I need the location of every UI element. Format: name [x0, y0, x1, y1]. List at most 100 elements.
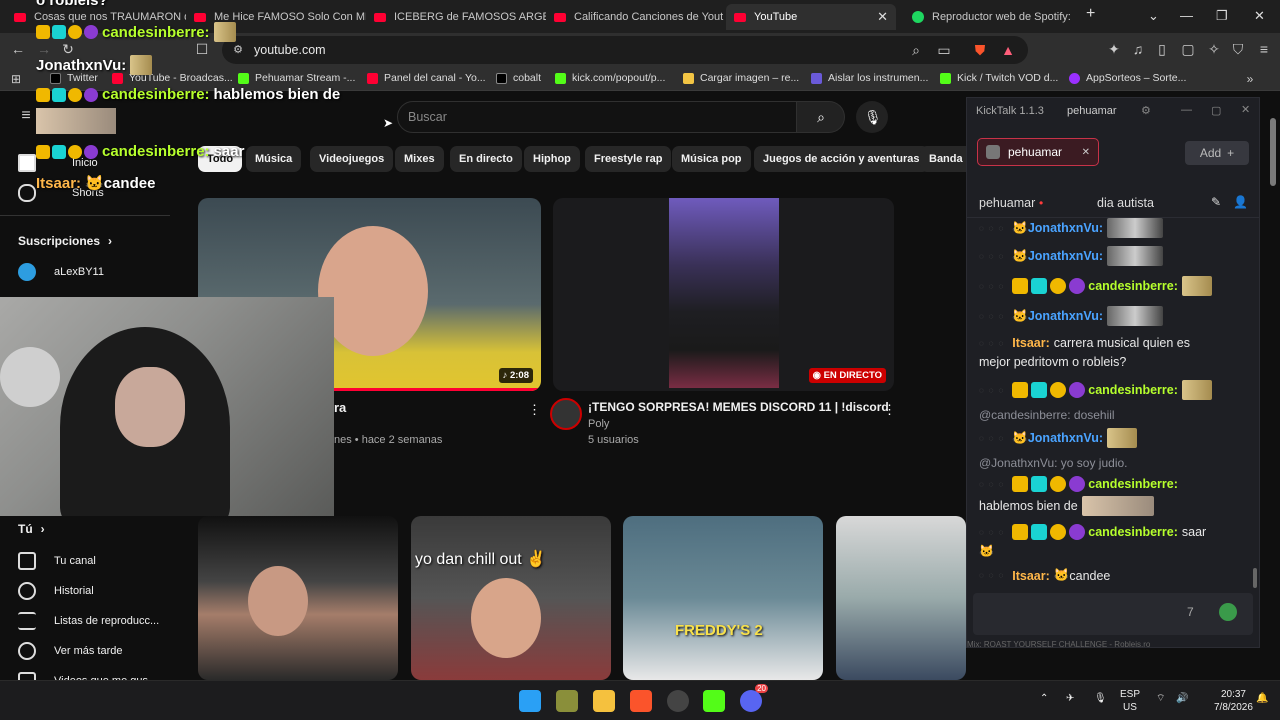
voice-search-button[interactable]: 🎙 [856, 101, 888, 133]
chat-message[interactable]: ◌◌◌ 🐱 JonathxnVu: [979, 218, 1249, 238]
chat-message[interactable]: ◌◌◌ candesinberre: [979, 276, 1249, 296]
apps-icon[interactable]: ⊞ [8, 71, 24, 87]
wallet-icon[interactable]: ▢ [1180, 41, 1196, 57]
extensions-icon[interactable]: ✦ [1106, 41, 1122, 57]
message-actions-icon[interactable]: ◌◌◌ [979, 528, 1008, 537]
wifi-icon[interactable]: ⌔ [1156, 692, 1165, 705]
message-actions-icon[interactable]: ◌◌◌ [979, 434, 1008, 443]
short-thumbnail[interactable]: FREDDY'S 2 [623, 516, 823, 680]
mic-icon[interactable]: 🎙 [1094, 692, 1107, 705]
message-actions-icon[interactable]: ◌◌◌ [979, 571, 1008, 580]
tray-app-icon[interactable]: ✈ [1066, 692, 1074, 705]
chat-message[interactable]: ◌◌◌ candesinberre: [979, 476, 1249, 492]
message-actions-icon[interactable]: ◌◌◌ [979, 252, 1008, 261]
more-options-icon[interactable]: ⋮ [883, 402, 896, 418]
bookmark-item[interactable]: AppSorteos – Sorte... [1069, 72, 1186, 84]
leo-icon[interactable]: ✧ [1206, 41, 1222, 57]
bookmark-item[interactable]: cobalt [496, 72, 541, 84]
sidebar-item-playlists[interactable]: Listas de reproducc... [18, 612, 159, 630]
bookmark-item[interactable]: Pehuamar Stream -... [238, 72, 355, 84]
message-actions-icon[interactable]: ◌◌◌ [979, 282, 1008, 291]
bookmark-item[interactable]: Kick / Twitch VOD d... [940, 72, 1058, 84]
chip[interactable]: Juegos de acción y aventuras [754, 146, 929, 172]
sidebar-item-watch-later[interactable]: Ver más tarde [18, 642, 122, 660]
sidebar-item-history[interactable]: Historial [18, 582, 94, 600]
search-button[interactable]: ⌕ [797, 101, 845, 133]
sidebar-you-heading[interactable]: Tú › [18, 522, 45, 536]
chip[interactable]: Música pop [672, 146, 751, 172]
kick-icon[interactable] [703, 690, 725, 712]
reply-context[interactable]: @JonathxnVu: yo soy judio. [979, 456, 1128, 470]
vpn-icon[interactable]: ⛉ [1230, 41, 1246, 57]
more-bookmarks-icon[interactable]: » [1242, 71, 1258, 87]
tab-search-chevron-icon[interactable]: ⌄ [1148, 8, 1159, 24]
kicktalk-account[interactable]: pehuamar [1067, 105, 1117, 117]
minimize-icon[interactable]: — [1181, 104, 1192, 116]
users-icon[interactable]: 👤 [1233, 195, 1248, 209]
bookmark-item[interactable]: Cargar imagen – re... [683, 72, 799, 84]
chat-message[interactable]: ◌◌◌ 🐱 JonathxnVu: [979, 306, 1249, 326]
channel-tab-pehuamar[interactable]: pehuamar ✕ [977, 138, 1099, 166]
chat-input[interactable]: 7 [973, 593, 1253, 635]
sidebar-icon[interactable]: ▯ [1154, 41, 1170, 57]
search-input[interactable]: Buscar [397, 101, 797, 133]
bookmark-item[interactable]: Aislar los instrumen... [811, 72, 928, 84]
notifications-icon[interactable]: 🔔 [1256, 692, 1268, 705]
chat-message[interactable]: ◌◌◌ 🐱 JonathxnVu: [979, 428, 1249, 448]
hamburger-menu-icon[interactable]: ≡ [18, 108, 34, 124]
message-actions-icon[interactable]: ◌◌◌ [979, 312, 1008, 321]
zoom-icon[interactable]: ⌕ [908, 42, 924, 58]
message-actions-icon[interactable]: ◌◌◌ [979, 386, 1008, 395]
obs-icon[interactable] [667, 690, 689, 712]
chat-message[interactable]: ◌◌◌ 🐱 JonathxnVu: [979, 246, 1249, 266]
address-bar[interactable]: ⚙ youtube.com ⌕ ▭ ⛊ ▲ [222, 36, 1028, 64]
emote-picker-7tv-icon[interactable]: 7 [1187, 605, 1194, 619]
settings-gear-icon[interactable]: ⚙ [1141, 104, 1151, 117]
chip[interactable]: Mixes [395, 146, 444, 172]
sidebar-subscription[interactable]: aLexBY11 [18, 263, 104, 281]
chat-scrollbar[interactable] [1253, 568, 1257, 588]
video-thumbnail[interactable]: ◉ EN DIRECTO [553, 198, 894, 391]
start-windows-icon[interactable] [519, 690, 541, 712]
short-thumbnail[interactable]: yo dan chill out ✌ [411, 516, 611, 680]
chat-message[interactable]: ◌◌◌ Itsaar: carrera musical quien es mejor … [979, 334, 1249, 372]
more-options-icon[interactable]: ⋮ [528, 402, 541, 418]
minimize-icon[interactable]: — [1180, 8, 1193, 23]
task-view-icon[interactable] [556, 690, 578, 712]
chat-message[interactable]: ◌◌◌ Itsaar: 🐱 candee [979, 568, 1249, 583]
bookmark-item[interactable]: Panel del canal - Yo... [367, 72, 486, 84]
add-channel-button[interactable]: Add + [1185, 141, 1249, 165]
sidebar-item-your-channel[interactable]: Tu canal [18, 552, 96, 570]
brave-rewards-icon[interactable]: ▲ [1000, 42, 1016, 58]
brave-shields-icon[interactable]: ⛊ [972, 42, 988, 58]
cast-icon[interactable]: ▭ [936, 42, 952, 58]
chip[interactable]: Freestyle rap [585, 146, 672, 172]
close-window-icon[interactable]: ✕ [1254, 8, 1265, 24]
back-icon[interactable]: ← [10, 41, 26, 57]
reply-context[interactable]: @candesinberre: dosehiil [979, 408, 1115, 422]
brave-browser-icon[interactable] [630, 690, 652, 712]
new-tab-icon[interactable]: + [1086, 5, 1095, 23]
channel-avatar[interactable] [550, 398, 582, 430]
chip[interactable]: Hiphop [524, 146, 580, 172]
chat-message[interactable]: ◌◌◌ candesinberre: [979, 380, 1249, 400]
channel-name[interactable]: Poly [588, 418, 609, 430]
tray-chevron-icon[interactable]: ⌃ [1040, 692, 1048, 705]
close-window-icon[interactable]: ✕ [1241, 103, 1250, 116]
maximize-icon[interactable]: ▢ [1211, 104, 1221, 117]
maximize-icon[interactable]: ❐ [1216, 8, 1228, 24]
file-explorer-icon[interactable] [593, 690, 615, 712]
menu-icon[interactable]: ≡ [1256, 41, 1272, 57]
close-tab-icon[interactable]: ✕ [871, 9, 888, 25]
kick-emote-picker-icon[interactable] [1219, 603, 1237, 621]
bookmark-icon[interactable]: ☐ [194, 41, 210, 57]
discord-icon[interactable]: 20 [740, 684, 768, 712]
site-info-icon[interactable]: ⚙ [230, 42, 246, 58]
browser-tab[interactable]: Calificando Canciones de Yout [546, 4, 726, 30]
page-scrollbar[interactable] [1270, 118, 1276, 186]
message-actions-icon[interactable]: ◌◌◌ [979, 224, 1008, 233]
chip[interactable]: Música [246, 146, 302, 172]
bookmark-item[interactable]: kick.com/popout/p... [555, 72, 665, 84]
browser-tab-active[interactable]: YouTube ✕ [726, 4, 896, 30]
video-title[interactable]: ¡TENGO SORPRESA! MEMES DISCORD 11 | !dis… [588, 400, 889, 414]
